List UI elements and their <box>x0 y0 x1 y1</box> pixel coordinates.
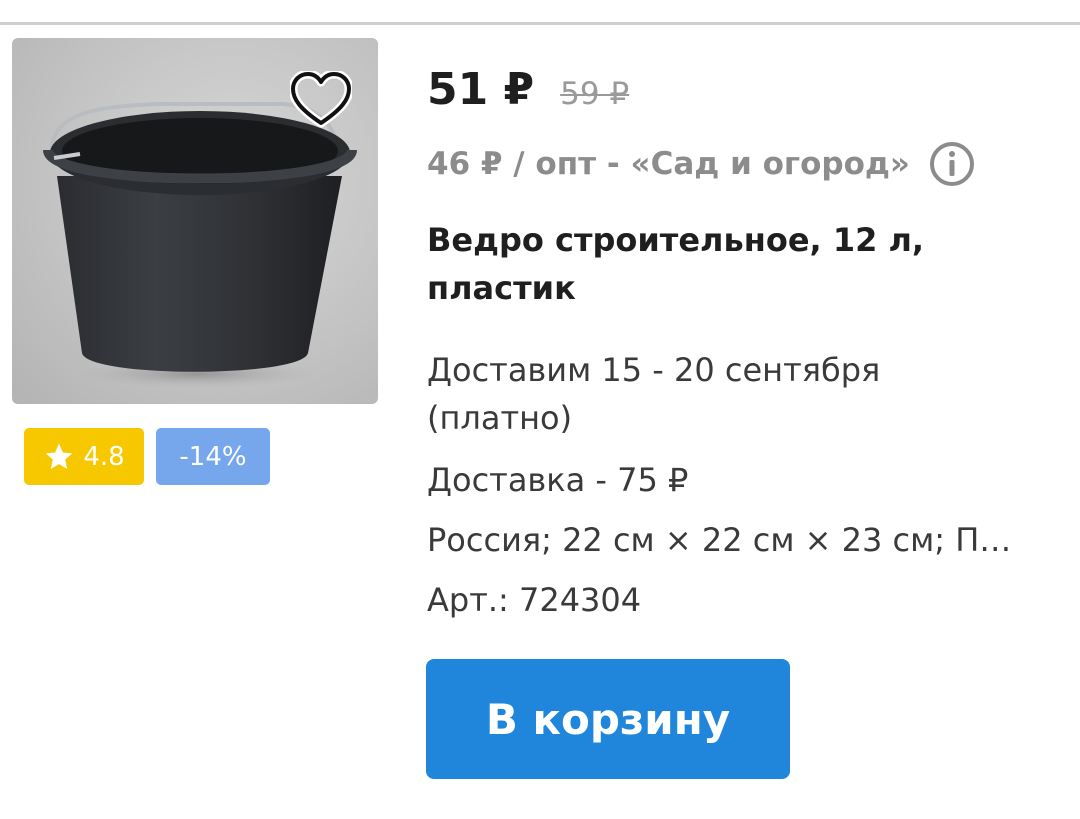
star-icon <box>45 443 73 469</box>
product-card: 4.8 -14% 51 ₽ 59 ₽ 46 ₽ / опт - «Сад и о… <box>0 0 1080 819</box>
delivery-cost: Доставка - 75 ₽ <box>427 461 689 499</box>
product-specs: Россия; 22 см × 22 см × 23 см; Пл... <box>427 521 1027 559</box>
favorite-button[interactable] <box>289 70 353 130</box>
heart-icon <box>290 71 352 128</box>
info-icon[interactable] <box>928 140 976 188</box>
wholesale-row: 46 ₽ / опт - «Сад и огород» <box>427 140 976 188</box>
article-number: Арт.: 724304 <box>427 581 642 619</box>
current-price: 51 ₽ <box>427 64 535 115</box>
add-to-cart-button[interactable]: В корзину <box>426 659 790 779</box>
old-price: 59 ₽ <box>560 76 630 112</box>
wholesale-price: 46 ₽ / опт - «Сад и огород» <box>427 146 910 182</box>
discount-badge: -14% <box>156 428 270 485</box>
product-title[interactable]: Ведро строительное, 12 л, пластик <box>427 216 1027 312</box>
delivery-date: Доставим 15 - 20 сентября (платно) <box>427 351 881 437</box>
rating-value: 4.8 <box>83 441 125 472</box>
discount-value: -14% <box>179 441 247 472</box>
rating-badge: 4.8 <box>24 428 144 485</box>
price-row: 51 ₽ 59 ₽ <box>427 64 629 115</box>
